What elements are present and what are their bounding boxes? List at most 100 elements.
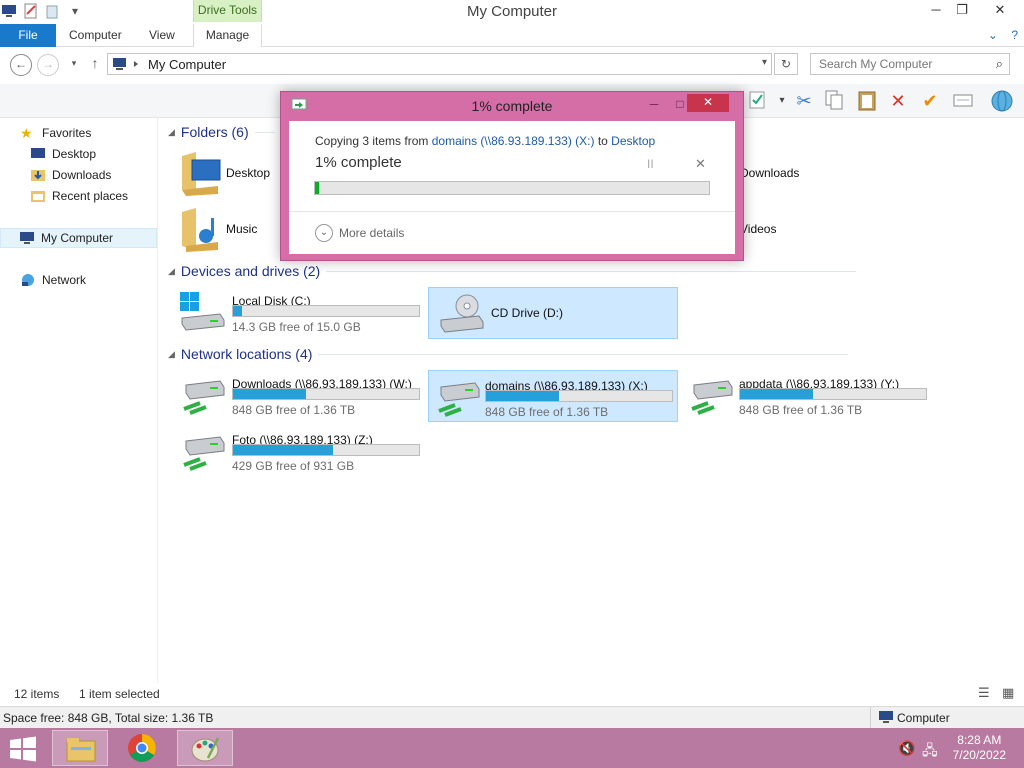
nav-favorites[interactable]: ★ Favorites [20, 123, 91, 143]
clock-time: 8:28 AM [957, 733, 1002, 747]
properties-icon[interactable] [951, 89, 975, 113]
tab-file[interactable]: File [0, 24, 56, 47]
rename-icon[interactable]: ✔ [918, 89, 942, 113]
chevron-down-icon: ◢ [168, 348, 175, 359]
select-icon[interactable] [746, 89, 770, 113]
source-link[interactable]: domains (\\86.93.189.133) (X:) [432, 134, 595, 148]
search-icon[interactable]: ⌕ [996, 56, 1003, 72]
nav-my-computer[interactable]: My Computer [0, 228, 157, 248]
tab-manage[interactable]: Manage [193, 24, 262, 47]
chevron-down-icon: ◢ [168, 126, 175, 137]
drive-free-space: 429 GB free of 931 GB [232, 459, 355, 473]
space-info: Space free: 848 GB, Total size: 1.36 TB [3, 711, 214, 725]
drive-d[interactable]: CD Drive (D:) [428, 287, 678, 339]
delete-icon[interactable]: ✕ [886, 89, 910, 113]
volume-muted-icon[interactable]: 🔇 [898, 740, 915, 757]
folder-downloads[interactable]: Downloads [730, 148, 970, 196]
pause-icon[interactable]: II [647, 157, 654, 171]
nav-downloads[interactable]: Downloads [30, 165, 111, 185]
drive-c[interactable]: Local Disk (C:) 14.3 GB free of 15.0 GB [170, 286, 420, 338]
address-bar[interactable]: My Computer ▾ [107, 53, 772, 75]
recent-locations-icon[interactable]: ▾ [63, 54, 85, 76]
copy-description: Copying 3 items from domains (\\86.93.18… [315, 134, 656, 148]
network-globe-icon[interactable] [990, 89, 1014, 113]
chevron-down-icon[interactable]: ▾ [762, 57, 767, 68]
up-arrow-icon[interactable]: ↑ [84, 54, 106, 76]
system-clock[interactable]: 8:28 AM 7/20/2022 [953, 733, 1006, 763]
cut-icon[interactable]: ✂ [792, 89, 816, 113]
search-placeholder: Search My Computer [819, 57, 933, 71]
details-view-icon[interactable]: ☰ [978, 685, 990, 701]
dialog-close-button[interactable]: ✕ [687, 94, 729, 112]
copy-icon[interactable] [822, 89, 846, 113]
large-icons-view-icon[interactable]: ▦ [1002, 685, 1014, 701]
drive-usage-fill [233, 445, 334, 455]
select-dropdown-icon[interactable]: ▾ [770, 89, 794, 113]
drive-usage-bar [739, 388, 927, 400]
group-folders[interactable]: ◢ Folders (6) [168, 124, 275, 140]
ribbon-tabs: File Computer View Manage ⌄ ? [0, 24, 1024, 47]
group-network-locations[interactable]: ◢ Network locations (4) [168, 346, 849, 362]
tab-computer[interactable]: Computer [69, 24, 122, 47]
folder-icon [182, 208, 218, 252]
network-drive-w[interactable]: Downloads (\\86.93.189.133) (W:) 848 GB … [170, 369, 420, 421]
paste-icon[interactable] [855, 89, 879, 113]
drive-label: CD Drive (D:) [491, 306, 563, 320]
cd-drive-icon [440, 294, 484, 333]
network-drive-icon [691, 380, 733, 415]
nav-network[interactable]: Network [20, 270, 86, 290]
refresh-button[interactable]: ↻ [774, 53, 798, 75]
chrome-icon [128, 734, 156, 762]
cancel-icon[interactable]: ✕ [695, 156, 706, 172]
clock-date: 7/20/2022 [952, 748, 1006, 762]
expand-ribbon-icon[interactable]: ⌄ [988, 28, 998, 42]
start-button-icon[interactable] [8, 736, 38, 762]
drive-usage-bar [232, 444, 420, 456]
address-row: ← → ▾ ↑ My Computer ▾ ↻ Search My Comput… [0, 48, 1024, 82]
network-drive-y[interactable]: appdata (\\86.93.189.133) (Y:) 848 GB fr… [682, 369, 932, 421]
search-input[interactable]: Search My Computer ⌕ [810, 53, 1010, 75]
drive-free-space: 848 GB free of 1.36 TB [485, 405, 609, 419]
window-title: My Computer [466, 3, 558, 20]
taskbar-chrome[interactable] [115, 730, 171, 766]
nav-desktop[interactable]: Desktop [30, 144, 96, 164]
windows-drive-icon [180, 292, 225, 331]
dialog-minimize-button[interactable]: ─ [641, 95, 667, 115]
more-details-toggle[interactable]: ⌄ More details [315, 224, 404, 242]
back-button[interactable]: ← [10, 54, 32, 76]
drive-usage-fill [233, 306, 243, 316]
zone-label: Computer [897, 711, 950, 725]
help-icon[interactable]: ? [1011, 28, 1018, 42]
network-icon [20, 273, 36, 287]
recent-places-icon [30, 189, 46, 203]
taskbar-paint[interactable] [177, 730, 233, 766]
tab-view[interactable]: View [149, 24, 175, 47]
folder-icon [66, 738, 96, 762]
copy-progress-fill [315, 182, 319, 194]
selection-count: 1 item selected [79, 687, 160, 701]
taskbar-file-explorer[interactable] [52, 730, 108, 766]
percent-complete: 1% complete [315, 154, 402, 171]
drive-usage-bar [232, 388, 420, 400]
title-bar: ▾ Drive Tools My Computer ─ ❐ ✕ [0, 0, 1024, 24]
network-drive-x[interactable]: domains (\\86.93.189.133) (X:) 848 GB fr… [428, 370, 678, 422]
forward-button[interactable]: → [37, 54, 59, 76]
close-button[interactable]: ✕ [984, 0, 1016, 22]
address-path: My Computer [148, 57, 227, 72]
chevron-down-icon: ⌄ [315, 224, 333, 242]
network-drive-icon [438, 382, 480, 417]
desktop-icon [30, 147, 46, 161]
network-drive-z[interactable]: Foto (\\86.93.189.133) (Z:) 429 GB free … [170, 425, 420, 477]
drive-usage-fill [233, 389, 306, 399]
maximize-button[interactable]: ❐ [946, 0, 978, 22]
chevron-down-icon: ◢ [168, 265, 175, 276]
group-devices[interactable]: ◢ Devices and drives (2) [168, 263, 857, 279]
nav-recent-places[interactable]: Recent places [30, 186, 128, 206]
network-status-icon[interactable]: 🖧 [922, 740, 938, 764]
network-drive-icon [183, 380, 225, 415]
destination-link[interactable]: Desktop [611, 134, 655, 148]
drive-usage-fill [486, 391, 559, 401]
folder-videos[interactable]: Videos [730, 204, 970, 252]
computer-icon [19, 231, 35, 245]
drive-free-space: 848 GB free of 1.36 TB [739, 403, 863, 417]
